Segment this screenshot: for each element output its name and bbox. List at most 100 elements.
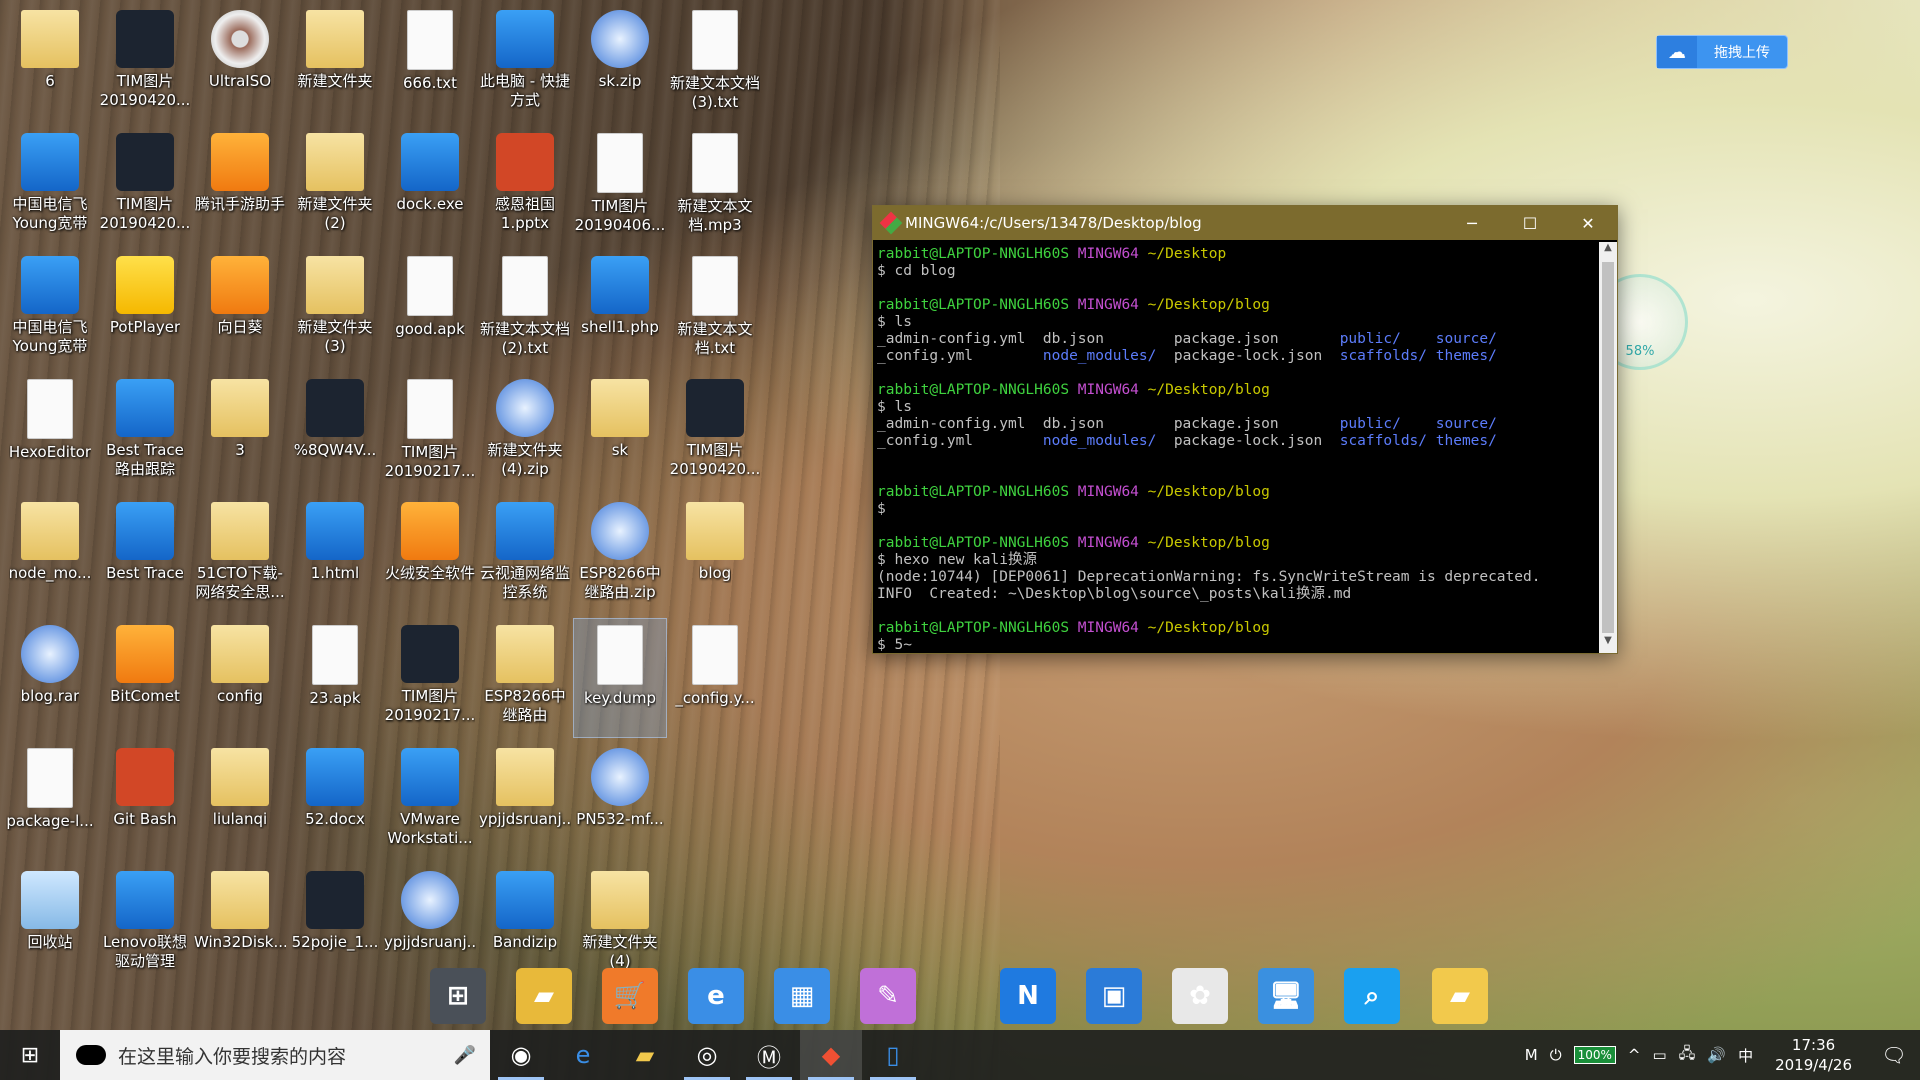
language-indicator[interactable]: 中 xyxy=(1732,1045,1759,1066)
desktop-icon[interactable]: 52.docx xyxy=(289,742,381,860)
dock-start-icon[interactable]: ⊞ xyxy=(430,968,486,1024)
desktop-icon[interactable]: Best Trace xyxy=(99,496,191,614)
desktop-icon[interactable]: 新建文件夹 (4).zip xyxy=(479,373,571,491)
battery-indicator[interactable]: 100% xyxy=(1573,1046,1616,1064)
desktop-icon[interactable]: sk.zip xyxy=(574,4,666,122)
desktop-icon[interactable]: 腾讯手游助手 xyxy=(194,127,286,245)
desktop-icon[interactable]: 51CTO下载- 网络安全思... xyxy=(194,496,286,614)
desktop-icon[interactable]: TIM图片 20190420... xyxy=(99,4,191,122)
taskbar-phone[interactable]: ▯ xyxy=(862,1030,924,1080)
desktop-icon[interactable]: 新建文本文 档.mp3 xyxy=(669,127,761,245)
desktop-icon[interactable]: shell1.php xyxy=(574,250,666,368)
network-icon[interactable]: 🖧 xyxy=(1673,1043,1702,1068)
dock-files-icon[interactable]: ▦ xyxy=(774,968,830,1024)
desktop-icon[interactable]: 新建文本文档 (3).txt xyxy=(669,4,761,122)
desktop-icon[interactable]: TIM图片 20190217... xyxy=(384,373,476,491)
dock-folder-icon[interactable]: ▰ xyxy=(516,968,572,1024)
desktop-icon[interactable]: config xyxy=(194,619,286,737)
desktop-icon[interactable]: 回收站 xyxy=(4,865,96,983)
taskbar-edge[interactable]: e xyxy=(552,1030,614,1080)
desktop-icon[interactable]: TIM图片 20190420... xyxy=(669,373,761,491)
desktop-icon[interactable]: TIM图片 20190406... xyxy=(574,127,666,245)
desktop-icon[interactable]: 新建文本文档 (2).txt xyxy=(479,250,571,368)
desktop-icon[interactable]: 666.txt xyxy=(384,4,476,122)
desktop-icon[interactable]: 新建文本文 档.txt xyxy=(669,250,761,368)
drag-upload-button[interactable]: ☁ 拖拽上传 xyxy=(1656,35,1788,69)
desktop-icon[interactable]: 6 xyxy=(4,4,96,122)
dock-search-icon[interactable]: ⌕ xyxy=(1344,968,1400,1024)
desktop-icon[interactable]: VMware Workstati... xyxy=(384,742,476,860)
desktop-icon[interactable]: %8QW4V... xyxy=(289,373,381,491)
desktop-icon[interactable]: UltraISO xyxy=(194,4,286,122)
desktop-icon[interactable]: 3 xyxy=(194,373,286,491)
desktop-icon[interactable]: ypjjdsruanj... xyxy=(479,742,571,860)
notification-icon[interactable]: 🗨 xyxy=(1868,1043,1920,1067)
desktop-icon[interactable]: dock.exe xyxy=(384,127,476,245)
desktop-icon[interactable]: ESP8266中 继路由 xyxy=(479,619,571,737)
ime-indicator[interactable]: M xyxy=(1519,1046,1544,1064)
desktop-icon[interactable]: BitComet xyxy=(99,619,191,737)
taskbar-hexo[interactable]: Ⓜ xyxy=(738,1030,800,1080)
scroll-up-icon[interactable]: ▲ xyxy=(1599,242,1617,260)
desktop-icon[interactable]: 52pojie_1... xyxy=(289,865,381,983)
desktop-icon[interactable]: key.dump xyxy=(573,618,667,738)
desktop-icon[interactable]: _config.y... xyxy=(669,619,761,737)
desktop-icon[interactable]: 23.apk xyxy=(289,619,381,737)
desktop-icon[interactable]: 新建文件夹 xyxy=(289,4,381,122)
terminal-output[interactable]: rabbit@LAPTOP-NNGLH60S MINGW64 ~/Desktop… xyxy=(875,242,1597,651)
desktop-icon[interactable]: Bandizip xyxy=(479,865,571,983)
desktop-icon[interactable]: Win32Disk... xyxy=(194,865,286,983)
taskbar-explorer[interactable]: ▰ xyxy=(614,1030,676,1080)
terminal-titlebar[interactable]: MINGW64:/c/Users/13478/Desktop/blog ─ ☐ … xyxy=(873,206,1617,240)
maximize-button[interactable]: ☐ xyxy=(1501,206,1559,240)
desktop-icon[interactable]: ESP8266中 继路由.zip xyxy=(574,496,666,614)
desktop-icon[interactable]: Lenovo联想 驱动管理 xyxy=(99,865,191,983)
microphone-icon[interactable]: 🎤 xyxy=(454,1045,476,1066)
desktop-icon[interactable]: ypjjdsruanj... xyxy=(384,865,476,983)
dock-store-icon[interactable]: 🛒 xyxy=(602,968,658,1024)
desktop-icon[interactable]: PotPlayer xyxy=(99,250,191,368)
desktop-icon[interactable]: HexoEditor xyxy=(4,373,96,491)
taskbar-gitbash[interactable]: ◆ xyxy=(800,1030,862,1080)
clock[interactable]: 17:36 2019/4/26 xyxy=(1759,1035,1868,1075)
desktop-icon[interactable]: node_mo... xyxy=(4,496,96,614)
desktop-icon[interactable]: sk xyxy=(574,373,666,491)
desktop-icon[interactable]: liulanqi xyxy=(194,742,286,860)
dock-tools-icon[interactable]: ✎ xyxy=(860,968,916,1024)
desktop-icon[interactable]: 火绒安全软件 xyxy=(384,496,476,614)
desktop-icon[interactable]: Git Bash xyxy=(99,742,191,860)
chevron-up-icon[interactable]: ^ xyxy=(1622,1046,1647,1064)
desktop-icon[interactable]: PN532-mf... xyxy=(574,742,666,860)
dock-nk-icon[interactable]: N xyxy=(1000,968,1056,1024)
terminal-window[interactable]: MINGW64:/c/Users/13478/Desktop/blog ─ ☐ … xyxy=(872,205,1618,654)
scroll-down-icon[interactable]: ▼ xyxy=(1599,635,1617,653)
dock-ie-icon[interactable]: e xyxy=(688,968,744,1024)
desktop-icon[interactable]: Best Trace 路由跟踪 xyxy=(99,373,191,491)
dock-vm-icon[interactable]: ▣ xyxy=(1086,968,1142,1024)
desktop-icon[interactable]: good.apk xyxy=(384,250,476,368)
desktop-icon[interactable]: TIM图片 20190217... xyxy=(384,619,476,737)
close-button[interactable]: ✕ xyxy=(1559,206,1617,240)
start-button[interactable]: ⊞ xyxy=(0,1030,60,1080)
minimize-button[interactable]: ─ xyxy=(1443,206,1501,240)
desktop-icon[interactable]: 中国电信飞 Young宽带 xyxy=(4,250,96,368)
taskbar-groove[interactable]: ◎ xyxy=(676,1030,738,1080)
desktop-icon[interactable]: 新建文件夹 (2) xyxy=(289,127,381,245)
desktop-icon[interactable]: 中国电信飞 Young宽带 xyxy=(4,127,96,245)
plug-icon[interactable]: ⏻ xyxy=(1544,1046,1568,1064)
desktop-icon[interactable]: 1.html xyxy=(289,496,381,614)
terminal-scrollbar[interactable]: ▲ ▼ xyxy=(1599,242,1617,653)
battery-icon[interactable]: ▭ xyxy=(1646,1046,1672,1064)
desktop-icon[interactable]: 新建文件夹 (3) xyxy=(289,250,381,368)
desktop-icon[interactable]: TIM图片 20190420... xyxy=(99,127,191,245)
desktop-icon[interactable]: 向日葵 xyxy=(194,250,286,368)
desktop-icon[interactable]: 云视通网络监 控系统 xyxy=(479,496,571,614)
desktop-icon[interactable]: 新建文件夹 (4) xyxy=(574,865,666,983)
scrollbar-thumb[interactable] xyxy=(1602,262,1614,633)
desktop-icon[interactable]: blog.rar xyxy=(4,619,96,737)
desktop-icon[interactable]: 感恩祖国 1.pptx xyxy=(479,127,571,245)
desktop-icon[interactable]: blog xyxy=(669,496,761,614)
dock-folder2-icon[interactable]: ▰ xyxy=(1432,968,1488,1024)
search-box[interactable]: 在这里输入你要搜索的内容 🎤 xyxy=(60,1030,490,1080)
taskbar-chrome[interactable]: ◉ xyxy=(490,1030,552,1080)
